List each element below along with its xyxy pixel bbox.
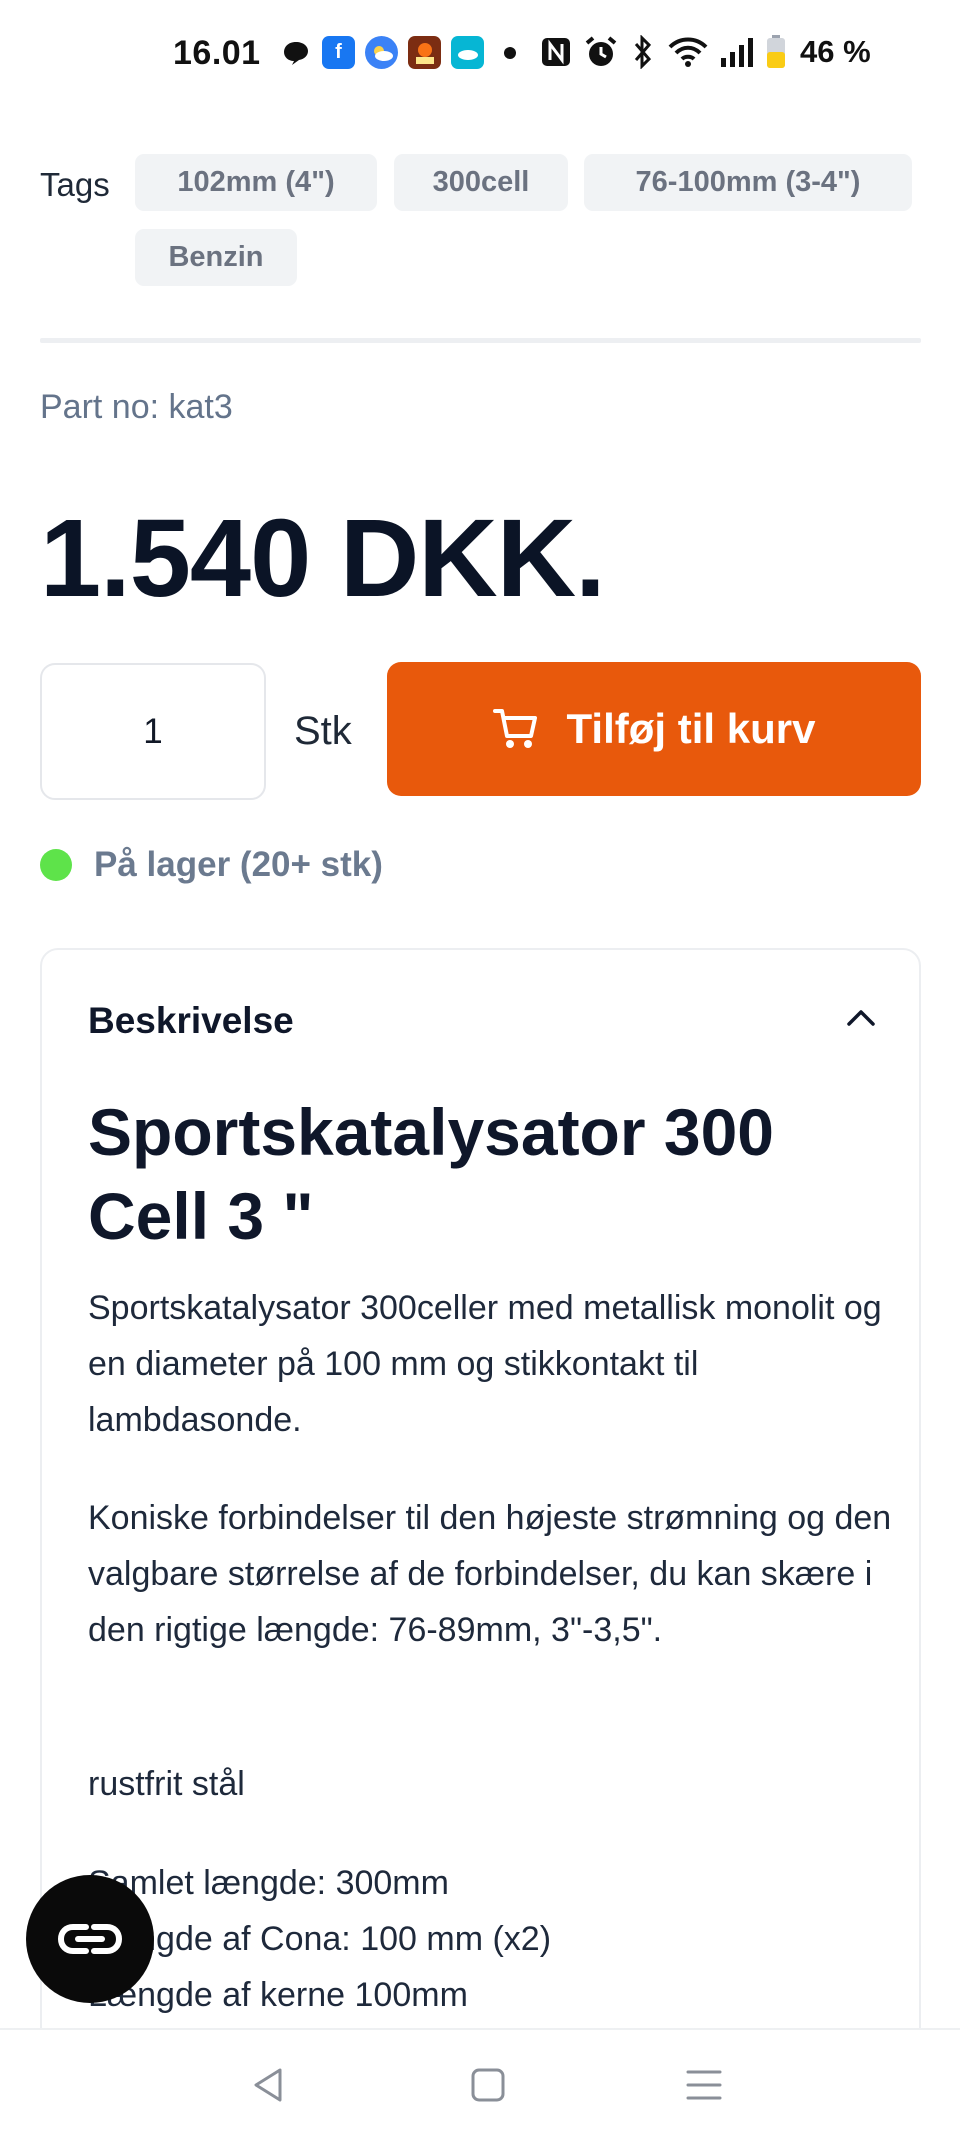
tag-chip[interactable]: 300cell [394,154,568,211]
description-accordion: Beskrivelse Sportskatalysator 300 Cell 3… [40,948,921,2144]
description-paragraph: Koniske forbindelser til den højeste str… [88,1499,892,1649]
signal-icon [720,34,754,70]
stock-text: På lager (20+ stk) [94,845,383,884]
back-icon[interactable] [250,2066,286,2109]
bluetooth-icon [630,34,656,70]
battery-icon [766,34,786,70]
add-to-cart-label: Tilføj til kurv [566,705,816,752]
spec-line: Samlet længde: 300mm [88,1864,449,1902]
part-number: Part no: kat3 [40,388,233,426]
home-icon[interactable] [470,2066,506,2109]
status-time: 16.01 [173,34,261,72]
battery-percentage: 46 % [800,34,871,69]
stock-status: På lager (20+ stk) [40,845,383,885]
photo-app-icon [408,36,441,69]
menu-icon[interactable] [686,2066,722,2109]
weather-icon [365,36,398,69]
in-stock-dot-icon [40,849,72,881]
status-bar: 16.01 f 46 % [0,0,960,110]
description-header[interactable]: Beskrivelse [88,1000,294,1042]
system-icons: 46 % [540,34,871,70]
alarm-icon [584,34,618,70]
facebook-icon: f [322,36,355,69]
description-paragraph: rustfrit stål [88,1765,245,1803]
add-to-cart-button[interactable]: Tilføj til kurv [387,662,921,796]
tag-chip[interactable]: 102mm (4") [135,154,377,211]
spec-line: Længde af kerne 100mm [88,1976,468,2014]
description-title: Sportskatalysator 300 Cell 3 " [88,1095,775,1253]
tag-chip[interactable]: 76-100mm (3-4") [584,154,912,211]
speech-bubble-icon [282,36,312,69]
system-navigation-bar [0,2028,960,2144]
tag-chip[interactable]: Benzin [135,229,297,286]
quantity-input[interactable]: 1 [40,663,266,800]
wifi-icon [668,34,708,70]
product-price: 1.540 DKK. [40,497,606,620]
chevron-up-icon[interactable] [845,1008,877,1033]
floating-chat-button[interactable] [26,1875,154,2003]
cloud-app-icon [451,36,484,69]
dot-icon [504,46,516,59]
cart-icon [492,708,539,750]
tags-label: Tags [40,166,110,203]
description-paragraph: Sportskatalysator 300celler med metallis… [88,1289,882,1439]
notification-icons: f [282,36,516,69]
spec-line: Længde af Cona: 100 mm (x2) [88,1920,552,1958]
link-icon [56,1922,124,1956]
quantity-unit: Stk [294,709,352,753]
nfc-icon [540,34,572,70]
section-divider [40,338,921,343]
